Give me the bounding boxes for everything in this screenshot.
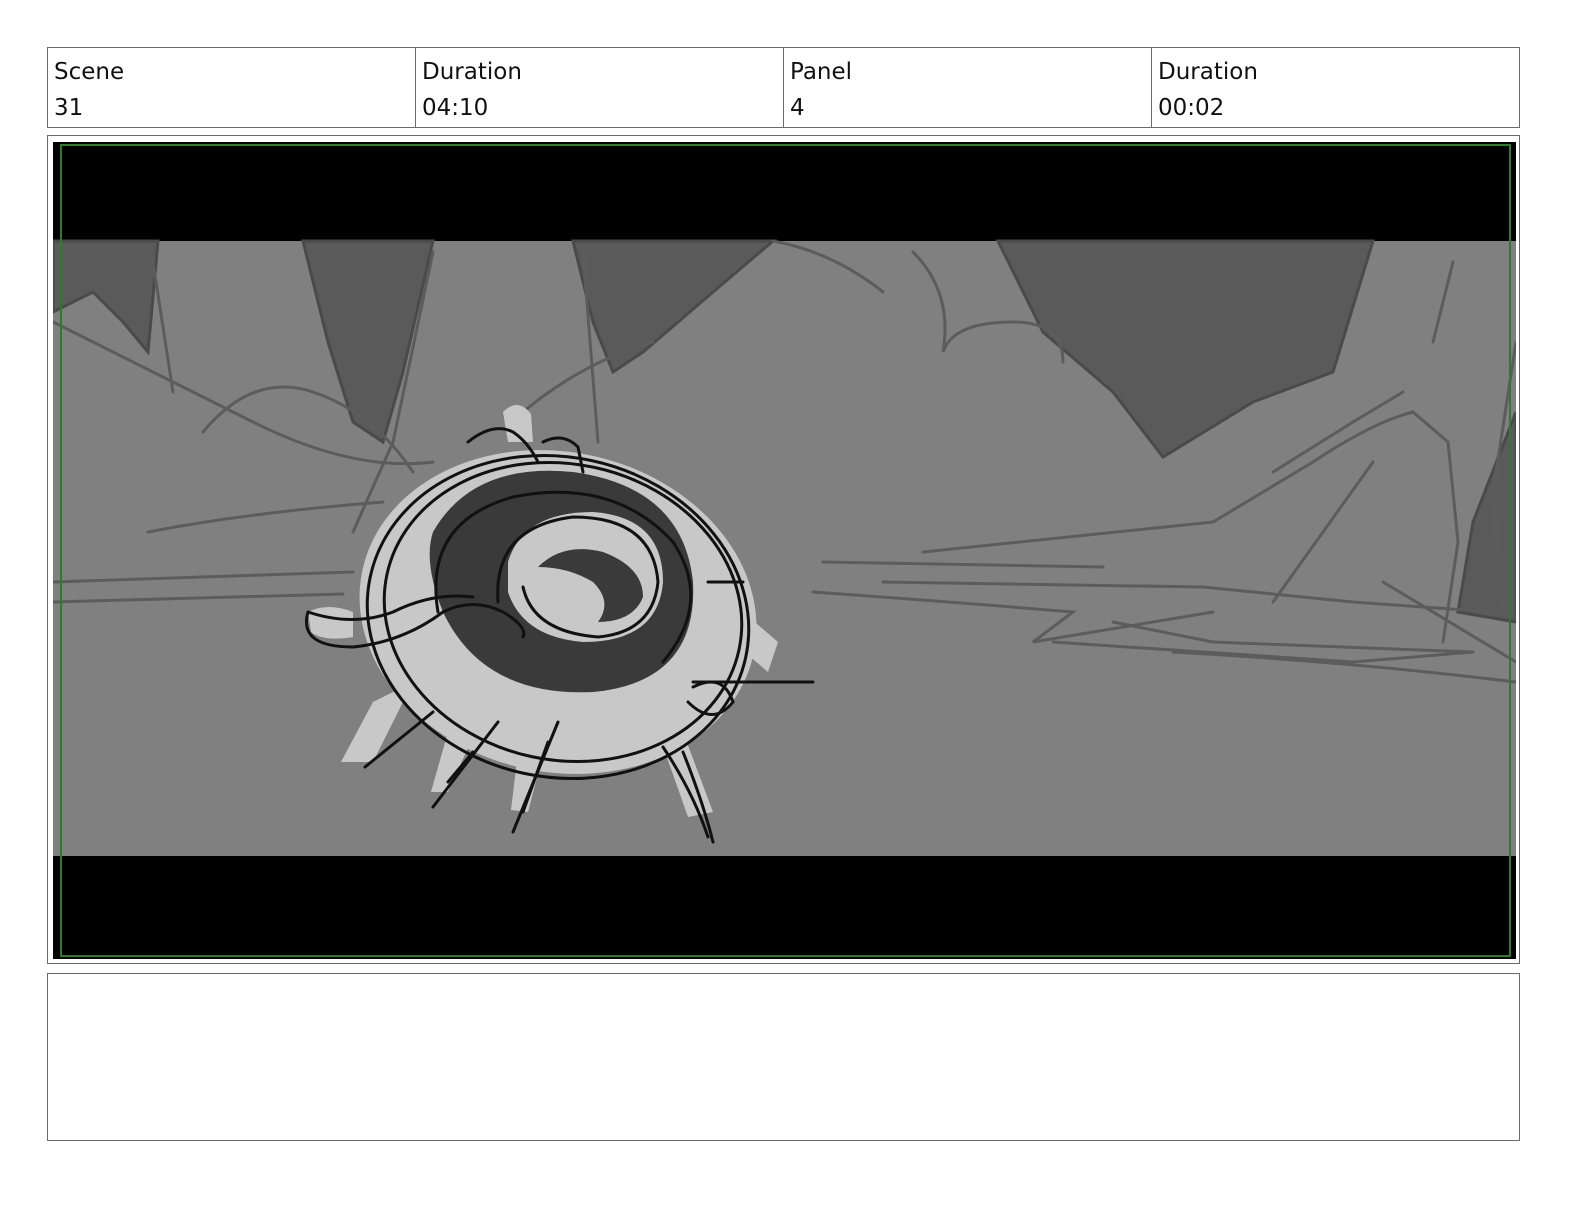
top-letterbox-bar xyxy=(53,142,1516,241)
panel-duration-label: Duration xyxy=(1158,59,1258,85)
panel-label: Panel xyxy=(790,59,853,85)
storyboard-frame xyxy=(53,142,1516,959)
scene-duration-label: Duration xyxy=(422,59,522,85)
bottom-letterbox-bar xyxy=(53,856,1516,959)
panel-value: 4 xyxy=(790,95,805,121)
scene-label: Scene xyxy=(54,59,125,85)
scene-value: 31 xyxy=(54,95,84,121)
scene-cell: Scene 31 xyxy=(48,48,416,127)
storyboard-frame-box xyxy=(47,135,1520,964)
panel-duration-cell: Duration 00:02 xyxy=(1152,48,1519,127)
scene-duration-value: 04:10 xyxy=(422,95,489,121)
panel-duration-value: 00:02 xyxy=(1158,95,1225,121)
scene-duration-cell: Duration 04:10 xyxy=(416,48,784,127)
panel-cell: Panel 4 xyxy=(784,48,1152,127)
storyboard-sketch xyxy=(53,142,1516,959)
panel-info-header: Scene 31 Duration 04:10 Panel 4 Duration… xyxy=(47,47,1520,128)
panel-notes-box[interactable] xyxy=(47,973,1520,1141)
